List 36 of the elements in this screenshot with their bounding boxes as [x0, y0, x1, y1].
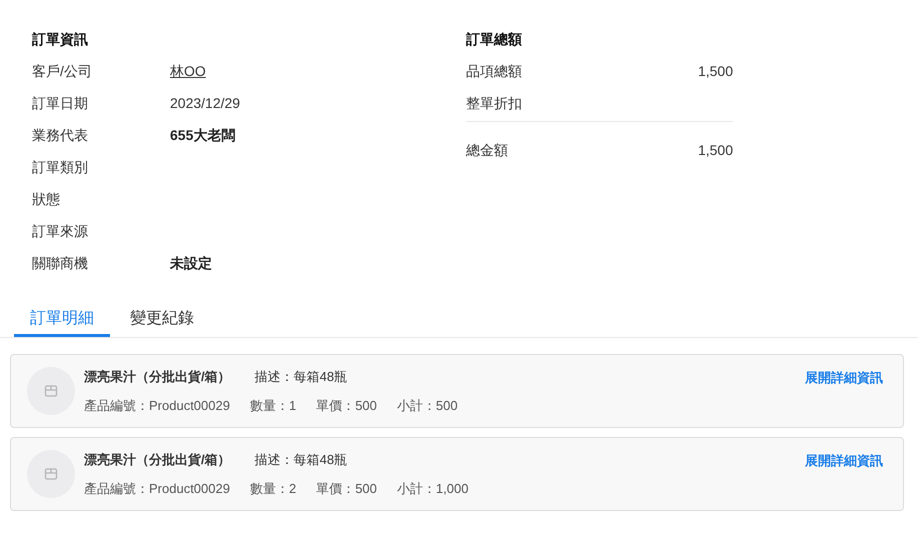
section-title: 訂單資訊 [32, 30, 88, 49]
section-title: 訂單總額 [466, 30, 522, 49]
field-label: 訂單來源 [32, 222, 89, 241]
field-label: 訂單類別 [32, 158, 89, 177]
field-label: 業務代表 [32, 126, 89, 145]
expand-details-link[interactable]: 展開詳細資訊 [805, 451, 883, 470]
product-name: 漂亮果汁（分批出貨/箱） [84, 451, 231, 469]
product-detail: 單價：500 [316, 480, 377, 498]
field-label: 客戶/公司 [32, 62, 93, 81]
product-detail: 數量：2 [250, 480, 296, 498]
field-label: 品項總額 [466, 62, 522, 81]
product-detail: 產品編號：Product00029 [84, 396, 230, 414]
tab[interactable]: 訂單明細 [14, 303, 110, 337]
field-label: 整單折扣 [466, 94, 522, 113]
box-icon [44, 467, 58, 481]
customer-link[interactable]: 林OO [170, 61, 206, 82]
field-label: 訂單日期 [32, 94, 89, 113]
field-label: 總金額 [466, 141, 508, 160]
field-label: 關聯商機 [32, 254, 89, 273]
amount-value: 1,500 [698, 62, 733, 81]
product-detail: 產品編號：Product00029 [84, 480, 230, 498]
box-icon [44, 384, 58, 398]
field-value: 655大老闆 [170, 126, 236, 145]
field-label: 狀態 [32, 190, 61, 209]
product-detail: 單價：500 [316, 396, 377, 414]
tab[interactable]: 變更紀錄 [114, 303, 210, 337]
field-value: 2023/12/29 [170, 94, 240, 113]
product-description: 描述：每箱48瓶 [254, 368, 348, 386]
product-name: 漂亮果汁（分批出貨/箱） [84, 368, 231, 386]
field-value: 未設定 [170, 254, 212, 273]
product-detail: 數量：1 [250, 396, 296, 414]
amount-value: 1,500 [698, 141, 733, 160]
product-detail: 小計：500 [396, 396, 458, 414]
expand-details-link[interactable]: 展開詳細資訊 [805, 368, 883, 388]
product-description: 描述：每箱48瓶 [254, 451, 348, 469]
product-detail: 小計：1,000 [396, 480, 468, 498]
